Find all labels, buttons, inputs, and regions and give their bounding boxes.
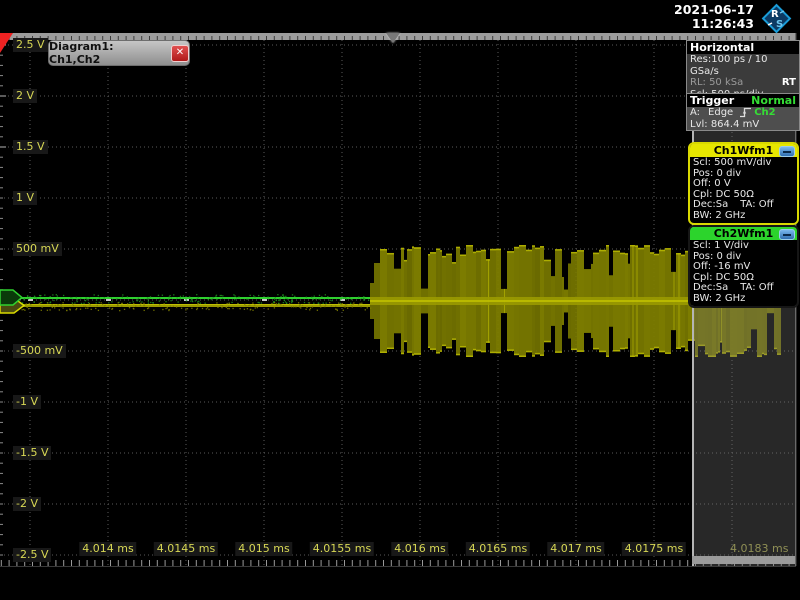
ch1-minimize-button[interactable]: [779, 146, 795, 157]
ch1-scale: Scl: 500 mV/div: [693, 158, 794, 169]
x-axis-end-label: 4.0183 ms: [730, 542, 788, 556]
ch2-minimize-button[interactable]: [779, 229, 795, 240]
ch1-box-body: Scl: 500 mV/div Pos: 0 div Off: 0 V Cpl:…: [690, 157, 797, 223]
ch1-waveform-box[interactable]: Ch1Wfm1 Scl: 500 mV/div Pos: 0 div Off: …: [688, 142, 799, 225]
y-axis-label: 1.5 V: [13, 140, 48, 154]
x-axis-label: 4.0155 ms: [310, 542, 374, 556]
x-axis-label: 4.0175 ms: [622, 542, 686, 556]
y-axis-label: -1 V: [13, 395, 41, 409]
ch2-waveform-box[interactable]: Ch2Wfm1 Scl: 1 V/div Pos: 0 div Off: -16…: [688, 225, 799, 308]
ch1-offset: Off: 0 V: [693, 179, 794, 190]
x-axis-label: 4.0145 ms: [154, 542, 218, 556]
x-axis-label: 4.016 ms: [391, 542, 448, 556]
overlay-bottom-bar: [692, 556, 795, 564]
ch2-scale: Scl: 1 V/div: [693, 241, 794, 252]
ch2-box-body: Scl: 1 V/div Pos: 0 div Off: -16 mV Cpl:…: [690, 240, 797, 306]
time-label: 11:26:43: [674, 17, 754, 31]
trigger-level-row: Lvl: 864.4 mV: [687, 119, 799, 131]
ch2-bandwidth: BW: 2 GHz: [693, 294, 794, 305]
trigger-panel[interactable]: Trigger Normal A: Edge Ch2 Lvl: 864.4 mV: [686, 93, 800, 131]
edge-trigger-icon: [739, 107, 752, 118]
trigger-mode: Normal: [751, 94, 796, 107]
x-axis-label: 4.015 ms: [235, 542, 292, 556]
y-axis-label: -2.5 V: [13, 548, 51, 562]
datetime-display: 2021-06-17 11:26:43: [674, 3, 754, 31]
x-axis-label: 4.017 ms: [547, 542, 604, 556]
logo-s: S: [776, 19, 783, 30]
plot-bottom-border: [0, 566, 796, 567]
ch2-offset: Off: -16 mV: [693, 262, 794, 273]
y-axis-label: 1 V: [13, 191, 37, 205]
waveform-plot: [0, 0, 800, 600]
y-axis-label: 2 V: [13, 89, 37, 103]
diagram-close-button[interactable]: ✕: [171, 45, 189, 62]
horizontal-panel-title: Horizontal: [687, 41, 799, 54]
horizontal-record-length: RL: 50 kSa RT: [687, 77, 799, 89]
y-axis-label: -500 mV: [13, 344, 66, 358]
rohde-schwarz-logo: R S: [758, 1, 794, 35]
oscilloscope-screen: Diagram1: Ch1,Ch2 ✕ 2.5 V 2 V 1.5 V 1 V 500 …: [0, 0, 800, 600]
ch2-decimation: Dec:SaTA: Off: [693, 283, 794, 294]
y-axis-label: -2 V: [13, 497, 41, 511]
y-axis-label: -1.5 V: [13, 446, 51, 460]
diagram-tab-label: Diagram1: Ch1,Ch2: [49, 40, 163, 66]
diagram-tab[interactable]: Diagram1: Ch1,Ch2 ✕: [48, 40, 190, 66]
trigger-source-row: A: Edge Ch2: [687, 107, 799, 119]
ch1-box-header[interactable]: Ch1Wfm1: [690, 144, 797, 157]
trigger-source: Ch2: [754, 107, 775, 119]
realtime-badge: RT: [782, 77, 796, 89]
horizontal-resolution: Res:100 ps / 10 GSa/s: [687, 54, 799, 77]
date-label: 2021-06-17: [674, 3, 754, 17]
y-axis-label: 2.5 V: [13, 38, 48, 52]
trigger-panel-title: Trigger Normal: [687, 94, 799, 107]
x-axis-label: 4.0165 ms: [466, 542, 530, 556]
ch1-bandwidth: BW: 2 GHz: [693, 211, 794, 222]
x-axis-label: 4.014 ms: [79, 542, 136, 556]
y-axis-label: 500 mV: [13, 242, 62, 256]
ch1-decimation: Dec:SaTA: Off: [693, 200, 794, 211]
trigger-position-marker[interactable]: [386, 33, 400, 43]
ch2-box-header[interactable]: Ch2Wfm1: [690, 227, 797, 240]
